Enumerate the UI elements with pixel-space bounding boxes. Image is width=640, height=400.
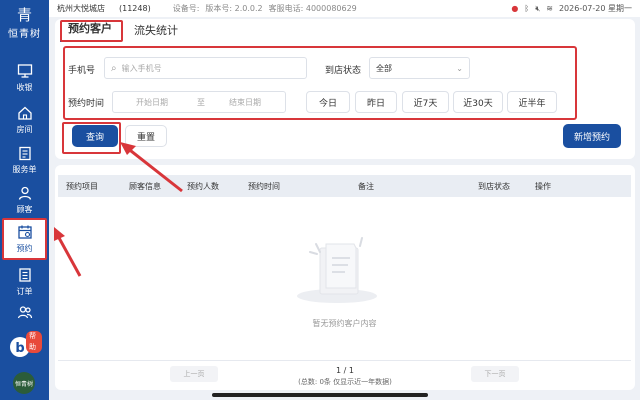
table-header: 预约项目 顾客信息 预约人数 预约时间 备注 到店状态 操作 [58, 175, 631, 197]
svg-text:b: b [15, 341, 24, 356]
add-reservation-button[interactable]: 新增预约 [563, 124, 621, 148]
sidebar-item-cashier[interactable]: 收银 [3, 58, 46, 98]
end-date-placeholder[interactable]: 结束日期 [229, 97, 261, 108]
prev-page-button[interactable]: 上一页 [170, 366, 218, 382]
column-header: 操作 [535, 182, 551, 191]
sidebar-item-label: 顾客 [16, 205, 33, 214]
quick-yesterday-button[interactable]: 昨日 [355, 91, 397, 113]
logo-mark: 青 [16, 5, 32, 24]
sidebar-item-orders[interactable]: 订单 [3, 262, 46, 302]
sidebar-item-reservations[interactable]: 预约 [2, 218, 47, 260]
mute-icon: 🔇︎ [535, 3, 541, 13]
help-button[interactable]: b 帮助 [8, 331, 42, 359]
sidebar: 青 恒青树 收银 房间 服务单 顾客 预约 订单 b 帮助 恒青树 [0, 0, 49, 400]
reset-button[interactable]: 重置 [125, 125, 167, 147]
bluetooth-icon: ᛒ [524, 4, 530, 13]
sidebar-item-label: 收银 [16, 83, 33, 92]
date-range-input[interactable]: 开始日期 至 结束日期 [112, 91, 286, 113]
empty-document-icon [297, 237, 377, 303]
phone-label: 手机号 [68, 66, 96, 76]
phone-input[interactable]: ⌕ 输入手机号 [104, 57, 307, 79]
divider [58, 360, 631, 361]
start-date-placeholder[interactable]: 开始日期 [136, 97, 168, 108]
list-icon [18, 268, 31, 282]
status-select-value: 全部 [376, 63, 392, 73]
phone-placeholder: 输入手机号 [121, 63, 162, 73]
query-highlight-box [62, 122, 121, 154]
user-icon [18, 186, 31, 200]
clipboard-icon [18, 146, 31, 161]
wifi-icon: ≋ [546, 4, 553, 13]
sidebar-item-customers[interactable]: 顾客 [3, 180, 46, 220]
status-right: ● ᛒ 🔇︎ ≋ 2026-07-20 星期一 [511, 0, 632, 17]
home-indicator [212, 393, 428, 397]
brand-logo: 青 恒青树 [0, 0, 49, 46]
page-indicator: 1 / 1 [336, 366, 354, 375]
logo-name: 恒青树 [8, 28, 41, 40]
search-icon: ⌕ [111, 62, 117, 74]
next-page-button[interactable]: 下一页 [471, 366, 519, 382]
sidebar-item-label: 服务单 [12, 165, 37, 174]
page-summary: (总数: 0条 仅显示近一年数据) [298, 378, 392, 386]
column-header: 到店状态 [478, 182, 510, 191]
sidebar-item-label: 房间 [16, 125, 33, 134]
time-label: 预约时间 [68, 99, 105, 109]
status-bar: 杭州大悦城店 (11248) 设备号: 版本号: 2.0.0.2 客服电话: 4… [49, 0, 640, 17]
quick-30days-button[interactable]: 近30天 [453, 91, 503, 113]
sidebar-item-label: 预约 [16, 244, 33, 253]
monitor-icon [17, 64, 32, 78]
record-icon: ● [511, 4, 519, 13]
store-name: 杭州大悦城店 [57, 4, 105, 13]
device-label: 设备号: [172, 4, 200, 13]
sidebar-item-service-orders[interactable]: 服务单 [3, 140, 46, 180]
tab-churn-stats[interactable]: 流失统计 [126, 22, 186, 42]
quick-half-year-button[interactable]: 近半年 [507, 91, 557, 113]
store-id: (11248) [119, 4, 151, 13]
calendar-icon [17, 225, 32, 239]
brand-badge: 恒青树 [13, 372, 35, 394]
date-range-separator: 至 [197, 97, 205, 107]
sidebar-item-rooms[interactable]: 房间 [3, 100, 46, 140]
tab-highlight-box [60, 20, 123, 42]
quick-today-button[interactable]: 今日 [306, 91, 350, 113]
column-header: 预约人数 [187, 182, 219, 191]
phone-label: 客服电话: 4000080629 [268, 4, 357, 13]
column-header: 顾客信息 [129, 182, 161, 191]
sidebar-item-label: 订单 [16, 287, 33, 296]
datetime: 2026-07-20 星期一 [558, 4, 632, 13]
help-badge: 帮助 [26, 331, 42, 353]
column-header: 预约时间 [248, 182, 280, 191]
chevron-down-icon: ⌄ [456, 63, 463, 73]
quick-7days-button[interactable]: 近7天 [402, 91, 449, 113]
empty-state-text: 暂无预约客户内容 [312, 319, 377, 328]
version-label: 版本号: 2.0.0.2 [205, 4, 263, 13]
column-header: 备注 [358, 182, 374, 191]
status-select[interactable]: 全部 ⌄ [369, 57, 470, 79]
home-icon [17, 106, 32, 120]
column-header: 预约项目 [66, 182, 98, 191]
status-filter-label: 到店状态 [325, 66, 362, 76]
